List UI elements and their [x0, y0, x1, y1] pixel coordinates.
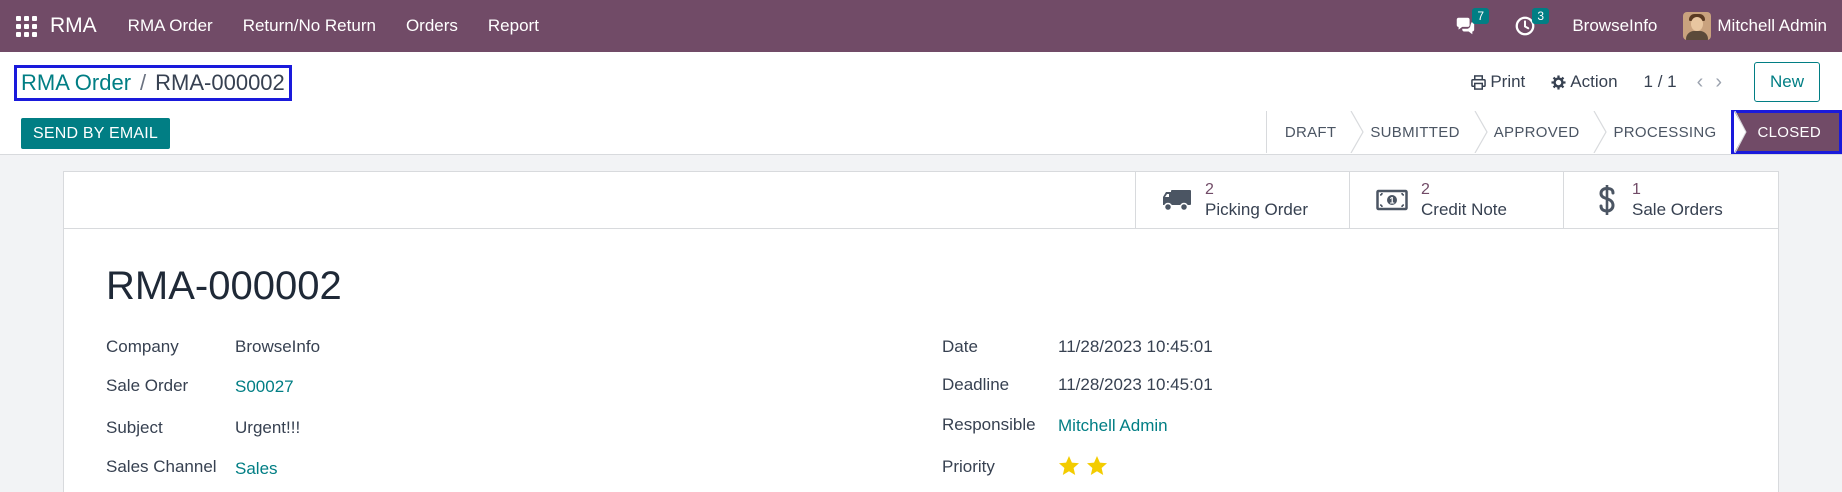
credit-note-label: Credit Note: [1421, 200, 1507, 219]
responsible-label: Responsible: [942, 415, 1036, 434]
print-label: Print: [1490, 72, 1526, 91]
record-title: RMA-000002: [106, 264, 342, 308]
menu-rma-order[interactable]: RMA Order: [113, 0, 228, 52]
star-icon[interactable]: [1057, 454, 1081, 478]
avatar: [1683, 12, 1712, 40]
deadline-label: Deadline: [942, 375, 1010, 394]
date-label: Date: [942, 337, 978, 356]
company-switcher[interactable]: BrowseInfo: [1572, 16, 1657, 36]
stage-label: DRAFT: [1284, 123, 1337, 141]
user-name: Mitchell Admin: [1717, 16, 1827, 35]
sales-channel-label: Sales Channel: [106, 457, 217, 476]
company-label: Company: [106, 337, 179, 356]
print-icon: [1471, 74, 1487, 90]
priority-stars: [1057, 454, 1113, 478]
priority-label: Priority: [942, 457, 995, 476]
credit-note-button[interactable]: 1 2 Credit Note: [1349, 172, 1563, 228]
truck-icon: [1163, 190, 1191, 212]
sale-orders-label: Sale Orders: [1632, 200, 1723, 219]
menu-report[interactable]: Report: [473, 0, 554, 52]
stage-draft[interactable]: DRAFT: [1265, 111, 1365, 153]
print-button[interactable]: Print: [1471, 72, 1525, 92]
apps-menu-icon[interactable]: [15, 15, 37, 37]
picking-order-label: Picking Order: [1205, 200, 1308, 219]
pager-value[interactable]: 1 / 1: [1644, 72, 1677, 92]
breadcrumb-separator: /: [140, 70, 147, 95]
activities-badge: 3: [1532, 8, 1550, 24]
sales-channel-link[interactable]: Sales: [235, 459, 278, 479]
user-menu[interactable]: Mitchell Admin: [1683, 12, 1827, 40]
sale-order-link[interactable]: S00027: [235, 377, 294, 397]
sale-order-label: Sale Order: [106, 376, 189, 395]
control-actions: Print Action 1 / 1 ‹ › New: [1471, 62, 1842, 102]
form-sheet: 2 Picking Order 1 2 Credit Note 1 Sale O…: [63, 171, 1779, 492]
action-label: Action: [1570, 72, 1618, 91]
deadline-value[interactable]: 11/28/2023 10:45:01: [1058, 375, 1213, 395]
chevron-right-icon: [1733, 111, 1747, 153]
credit-note-count: 2: [1421, 181, 1430, 198]
picking-order-count: 2: [1205, 181, 1214, 198]
stage-label: PROCESSING: [1613, 123, 1717, 141]
breadcrumb-parent[interactable]: RMA Order: [21, 70, 131, 96]
control-panel: RMA Order / RMA-000002 Print Action 1 / …: [0, 52, 1842, 155]
pager-next-icon[interactable]: ›: [1715, 71, 1722, 94]
money-icon: 1: [1376, 189, 1408, 211]
messages-icon[interactable]: 7: [1452, 8, 1490, 39]
subject-label: Subject: [106, 418, 163, 437]
chevron-right-icon: [1350, 111, 1365, 153]
stage-label: APPROVED: [1493, 123, 1580, 141]
stage-label: SUBMITTED: [1370, 123, 1460, 141]
company-value[interactable]: BrowseInfo: [235, 337, 320, 357]
app-name[interactable]: RMA: [50, 14, 97, 38]
date-value[interactable]: 11/28/2023 10:45:01: [1058, 337, 1213, 357]
sale-orders-count: 1: [1632, 181, 1641, 198]
picking-order-button[interactable]: 2 Picking Order: [1135, 172, 1349, 228]
gear-icon: [1551, 74, 1566, 90]
chevron-right-icon: [1474, 111, 1488, 153]
pager-previous-icon[interactable]: ‹: [1697, 71, 1704, 94]
smart-buttons-bar: 2 Picking Order 1 2 Credit Note 1 Sale O…: [64, 172, 1778, 229]
send-by-email-button[interactable]: SEND BY EMAIL: [21, 118, 171, 149]
chevron-right-icon: [1593, 111, 1608, 153]
responsible-link[interactable]: Mitchell Admin: [1058, 416, 1168, 436]
stage-approved[interactable]: APPROVED: [1488, 111, 1608, 153]
breadcrumb: RMA Order / RMA-000002: [14, 65, 292, 101]
navbar-systray: 7 3 BrowseInfo Mitchell Admin: [1452, 0, 1842, 52]
status-bar: DRAFT SUBMITTED APPROVED PROCESSING CLOS…: [1265, 110, 1842, 154]
subject-value[interactable]: Urgent!!!: [235, 418, 300, 438]
svg-text:1: 1: [1389, 196, 1394, 206]
stage-processing[interactable]: PROCESSING: [1607, 111, 1730, 153]
action-button[interactable]: Action: [1551, 72, 1618, 92]
stage-submitted[interactable]: SUBMITTED: [1364, 111, 1488, 153]
menu-return-no-return[interactable]: Return/No Return: [228, 0, 391, 52]
star-icon[interactable]: [1085, 454, 1109, 478]
sale-orders-button[interactable]: 1 Sale Orders: [1563, 172, 1777, 228]
breadcrumb-current: RMA-000002: [155, 70, 285, 95]
top-navbar: RMA RMA Order Return/No Return Orders Re…: [0, 0, 1842, 52]
messages-badge: 7: [1472, 8, 1490, 24]
stage-closed[interactable]: CLOSED: [1730, 110, 1842, 154]
new-button[interactable]: New: [1753, 62, 1820, 102]
activities-clock-icon[interactable]: 3: [1512, 8, 1550, 39]
stage-label: CLOSED: [1757, 123, 1821, 141]
menu-orders[interactable]: Orders: [391, 0, 473, 52]
dollar-icon: [1599, 185, 1615, 215]
